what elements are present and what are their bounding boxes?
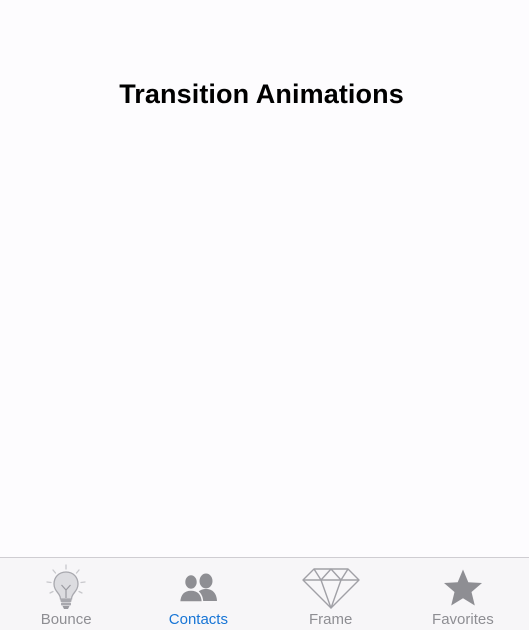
tab-contacts-label: Contacts (168, 611, 228, 628)
star-icon (433, 563, 493, 613)
tab-contacts[interactable]: Contacts (132, 558, 264, 630)
page-title: Transition Animations (119, 79, 404, 109)
lightbulb-icon (36, 563, 96, 613)
tab-bounce[interactable]: Bounce (0, 558, 132, 630)
tab-bounce-label: Bounce (40, 611, 92, 628)
diamond-icon (301, 563, 361, 613)
app-screen: Transition Animations Bounce Contacts Fr… (0, 0, 529, 630)
tab-bar: Bounce Contacts Frame Favorites (0, 557, 529, 630)
tab-favorites[interactable]: Favorites (397, 558, 529, 630)
tab-frame-label: Frame (308, 611, 353, 628)
contacts-icon (168, 563, 228, 613)
tab-frame[interactable]: Frame (265, 558, 397, 630)
tab-favorites-label: Favorites (432, 611, 494, 628)
